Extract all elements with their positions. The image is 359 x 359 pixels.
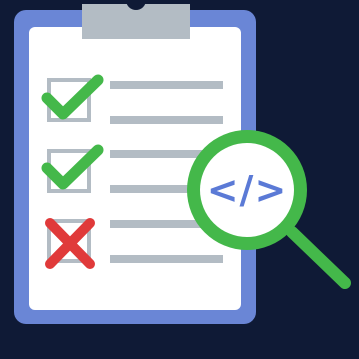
code-icon: </>	[206, 168, 288, 212]
text-line	[110, 81, 223, 89]
clipboard-clip-icon	[82, 0, 190, 39]
illustration-canvas	[0, 0, 359, 359]
text-line	[110, 255, 223, 263]
text-line	[110, 116, 223, 124]
